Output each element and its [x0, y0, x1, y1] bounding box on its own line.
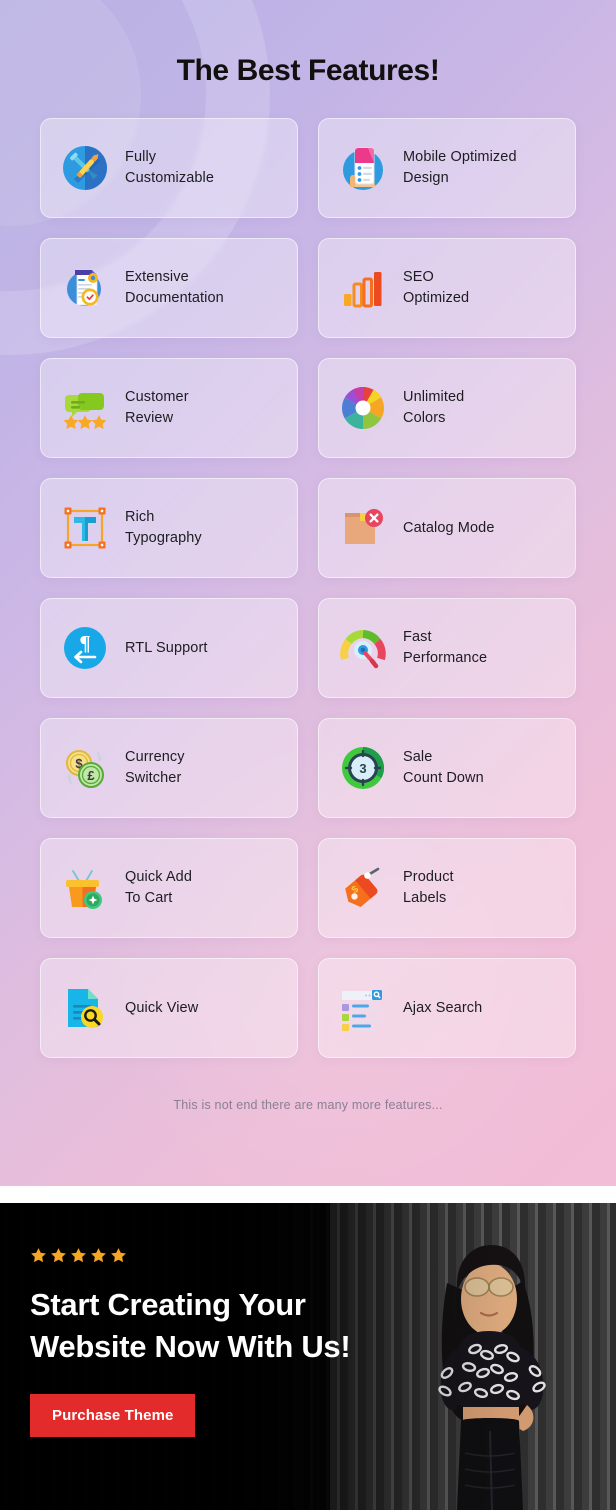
feature-label: SEO Optimized — [403, 269, 470, 306]
landing-page: The Best Features! Fully Customizable Mo… — [0, 0, 616, 1510]
features-section: The Best Features! Fully Customizable Mo… — [0, 0, 616, 1186]
feature-label: Fast Performance — [403, 629, 488, 666]
price-tag-icon: $ — [337, 862, 389, 914]
tools-circle-icon — [59, 142, 111, 194]
document-gear-icon — [59, 262, 111, 314]
feature-card-product-labels[interactable]: $ Product Labels — [318, 838, 576, 938]
search-results-icon — [337, 982, 389, 1034]
currency-coins-icon: $ £ — [59, 742, 111, 794]
feature-card-fast-performance[interactable]: Fast Performance — [318, 598, 576, 698]
mobile-phone-hand-icon — [337, 142, 389, 194]
shopping-basket-plus-icon — [59, 862, 111, 914]
star-icon — [51, 1248, 66, 1263]
feature-label: Ajax Search — [403, 999, 483, 1016]
feature-card-rtl-support[interactable]: ¶ RTL Support — [40, 598, 298, 698]
feature-label: Mobile Optimized Design — [403, 149, 517, 186]
feature-label: Quick View — [125, 999, 199, 1016]
bar-chart-icon — [337, 262, 389, 314]
color-wheel-icon — [337, 382, 389, 434]
feature-label: Unlimited Colors — [403, 389, 465, 426]
feature-card-sale-count-down[interactable]: 3 Sale Count Down — [318, 718, 576, 818]
purchase-theme-button[interactable]: Purchase Theme — [30, 1394, 196, 1438]
section-divider — [0, 1186, 616, 1203]
feature-label: Rich Typography — [125, 509, 202, 546]
cta-banner: Start Creating Your Website Now With Us!… — [0, 1203, 616, 1510]
rtl-pilcrow-icon: ¶ — [59, 622, 111, 674]
feature-card-fully-customizable[interactable]: Fully Customizable — [40, 118, 298, 218]
feature-card-seo-optimized[interactable]: SEO Optimized — [318, 238, 576, 338]
feature-card-quick-add-to-cart[interactable]: Quick Add To Cart — [40, 838, 298, 938]
speech-bubbles-stars-icon — [59, 382, 111, 434]
feature-label: Product Labels — [403, 869, 454, 906]
feature-card-mobile-optimized-design[interactable]: Mobile Optimized Design — [318, 118, 576, 218]
feature-card-unlimited-colors[interactable]: Unlimited Colors — [318, 358, 576, 458]
star-icon — [71, 1248, 86, 1263]
feature-label: Catalog Mode — [403, 519, 495, 536]
feature-card-catalog-mode[interactable]: Catalog Mode — [318, 478, 576, 578]
catalog-disabled-icon — [337, 502, 389, 554]
star-icon — [31, 1248, 46, 1263]
svg-text:3: 3 — [359, 761, 366, 776]
countdown-timer-icon: 3 — [337, 742, 389, 794]
rating-stars — [30, 1247, 400, 1264]
feature-label: Sale Count Down — [403, 749, 484, 786]
feature-card-ajax-search[interactable]: Ajax Search — [318, 958, 576, 1058]
feature-label: RTL Support — [125, 639, 208, 656]
star-icon — [91, 1248, 106, 1263]
feature-card-rich-typography[interactable]: Rich Typography — [40, 478, 298, 578]
feature-card-extensive-documentation[interactable]: Extensive Documentation — [40, 238, 298, 338]
text-selection-icon — [59, 502, 111, 554]
star-icon — [111, 1248, 126, 1263]
features-grid: Fully Customizable Mobile Optimized Desi… — [0, 118, 616, 1058]
svg-text:£: £ — [87, 768, 95, 783]
feature-card-customer-review[interactable]: Customer Review — [40, 358, 298, 458]
feature-label: Customer Review — [125, 389, 189, 426]
document-magnifier-icon — [59, 982, 111, 1034]
cta-heading: Start Creating Your Website Now With Us! — [30, 1287, 351, 1365]
cta-content: Start Creating Your Website Now With Us!… — [30, 1247, 400, 1438]
feature-label: Extensive Documentation — [125, 269, 224, 306]
features-footnote: This is not end there are many more feat… — [173, 1098, 443, 1112]
feature-label: Quick Add To Cart — [125, 869, 192, 906]
feature-card-quick-view[interactable]: Quick View — [40, 958, 298, 1058]
feature-card-currency-switcher[interactable]: $ £ Currency Switcher — [40, 718, 298, 818]
page-title: The Best Features! — [176, 54, 440, 87]
feature-label: Fully Customizable — [125, 149, 215, 186]
speedometer-icon — [337, 622, 389, 674]
feature-label: Currency Switcher — [125, 749, 185, 786]
